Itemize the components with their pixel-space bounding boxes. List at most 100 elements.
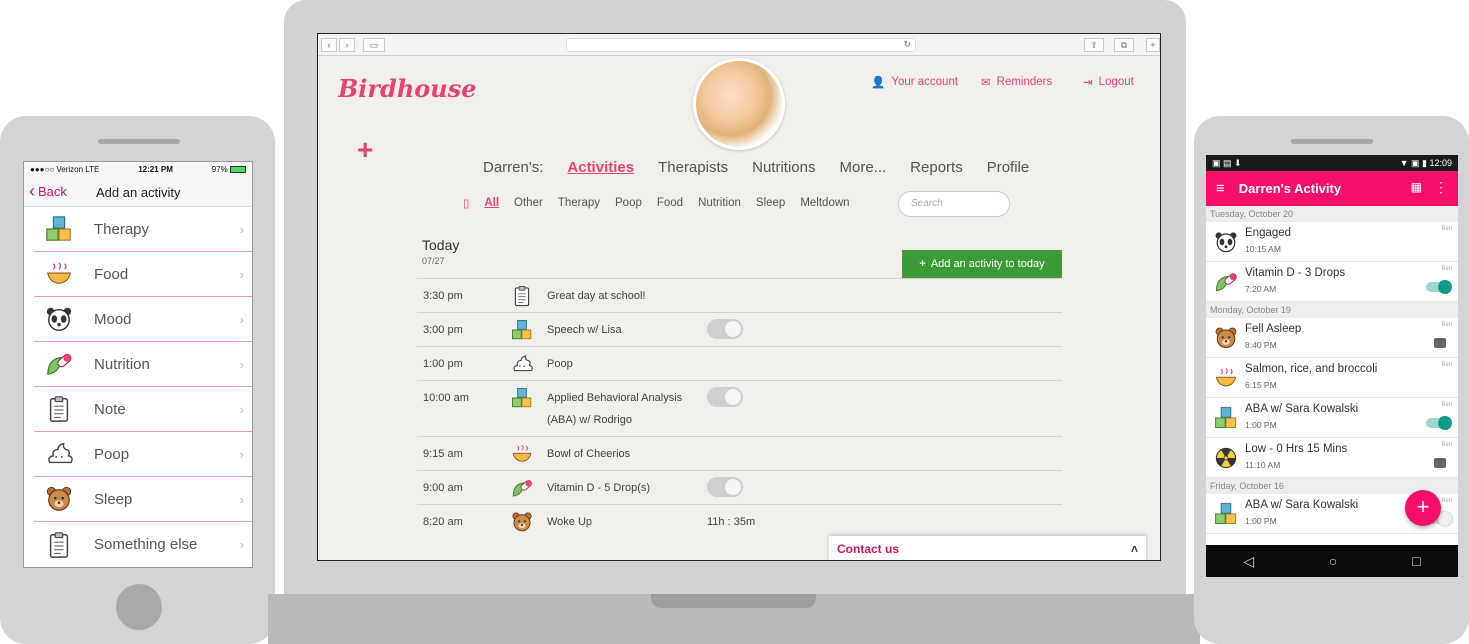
back-button[interactable]: ‹ Back — [29, 181, 67, 202]
filter-other[interactable]: Other — [514, 197, 543, 209]
activity-option-poop[interactable]: Poop › — [34, 432, 252, 477]
tab-nutritions[interactable]: Nutritions — [752, 159, 815, 176]
chevron-right-icon: › — [239, 311, 244, 327]
feed-item-author: Ben — [1441, 402, 1452, 408]
option-label: Poop — [94, 445, 130, 463]
iphone-home-button[interactable] — [116, 584, 162, 630]
add-activity-button[interactable]: + Add an activity to today — [902, 250, 1062, 278]
feed-item[interactable]: Salmon, rice, and broccoli 6:15 PM Ben — [1206, 358, 1458, 398]
bowl-icon — [1214, 366, 1238, 390]
feed-item-toggle[interactable] — [1426, 416, 1452, 430]
filter-therapy[interactable]: Therapy — [558, 197, 600, 209]
activity-time: 3:30 pm — [423, 290, 463, 302]
activity-time: 10:00 am — [423, 392, 469, 404]
browser-forward-icon[interactable]: › — [339, 38, 355, 52]
day-heading: Today — [422, 237, 460, 253]
android-nav-bar: ◁ ○ □ — [1206, 545, 1458, 577]
calendar-icon[interactable]: ▦ — [1411, 180, 1422, 194]
url-bar[interactable]: ↻ — [566, 38, 916, 52]
feed-item-toggle[interactable] — [1426, 280, 1452, 294]
activity-toggle[interactable] — [707, 319, 743, 339]
bowl-icon — [44, 259, 74, 289]
reload-icon[interactable]: ↻ — [903, 39, 911, 50]
feed-item-title: ABA w/ Sara Kowalski — [1245, 499, 1359, 511]
filter-nutrition[interactable]: Nutrition — [698, 197, 741, 209]
reminders-link[interactable]: ✉ Reminders — [981, 75, 1052, 89]
contact-label: Contact us — [837, 542, 900, 556]
feed-item[interactable]: Low - 0 Hrs 15 Mins 11:10 AM Ben — [1206, 438, 1458, 478]
feed-item[interactable]: ABA w/ Sara Kowalski 1:00 PM Ben — [1206, 398, 1458, 438]
activity-text: Applied Behavioral Analysis (ABA) w/ Rod… — [547, 392, 683, 426]
feed-item[interactable]: Engaged 10:15 AM Ben — [1206, 222, 1458, 262]
add-activity-label: Add an activity to today — [930, 258, 1045, 270]
your-account-link[interactable]: 👤 Your account — [871, 75, 958, 89]
activity-option-food[interactable]: Food › — [34, 252, 252, 297]
activity-option-something-else[interactable]: Something else › — [34, 522, 252, 567]
activity-row[interactable]: 1:00 pm Poop — [417, 346, 1062, 380]
chevron-up-icon[interactable]: ˄ — [1131, 542, 1138, 556]
filter-poop[interactable]: Poop — [615, 197, 642, 209]
feed-item-time: 10:15 AM — [1245, 244, 1281, 254]
owner-label: Darren's: — [483, 159, 544, 176]
filter-all[interactable]: All — [484, 197, 499, 209]
blocks-icon — [44, 214, 74, 244]
bowl-icon — [497, 437, 547, 465]
nav-home-icon[interactable]: ○ — [1329, 553, 1337, 569]
activity-option-therapy[interactable]: Therapy › — [34, 207, 252, 252]
logout-link[interactable]: ⇥ Logout — [1083, 75, 1134, 89]
search-input[interactable]: Search — [898, 191, 1010, 217]
filter-meltdown[interactable]: Meltdown — [800, 197, 849, 209]
feed-item-author: Ben — [1441, 442, 1452, 448]
tab-therapists[interactable]: Therapists — [658, 159, 728, 176]
nav-back-icon[interactable]: ◁ — [1243, 553, 1254, 570]
feed-item-title: Fell Asleep — [1245, 323, 1302, 335]
option-label: Something else — [94, 536, 198, 553]
option-label: Mood — [94, 310, 132, 328]
nav-recents-icon[interactable]: □ — [1412, 553, 1420, 569]
android-status-bar: ▣ ▤ ⬇ ▼ ▣ ▮ 12:09 — [1206, 155, 1458, 171]
blocks-icon — [1214, 406, 1238, 430]
activity-text: Poop — [547, 358, 573, 370]
tab-activities[interactable]: Activities — [567, 159, 634, 176]
browser-back-icon[interactable]: ‹ — [321, 38, 337, 52]
activity-toggle[interactable] — [707, 387, 743, 407]
activity-row[interactable]: 9:00 am Vitamin D - 5 Drop(s) — [417, 470, 1062, 504]
feed-item[interactable]: Vitamin D - 3 Drops 7:20 AM Ben — [1206, 262, 1458, 302]
comment-icon[interactable] — [1434, 338, 1446, 348]
feed-item[interactable]: Fell Asleep 8:40 PM Ben — [1206, 318, 1458, 358]
contact-us-panel[interactable]: Contact us ˄ — [829, 536, 1146, 560]
activity-option-sleep[interactable]: Sleep › — [34, 477, 252, 522]
calendar-view-icon[interactable]: ▯ — [463, 196, 469, 210]
add-activity-fab[interactable]: + — [1405, 490, 1441, 526]
activity-row[interactable]: 8:20 am Woke Up 11h : 35m — [417, 504, 1062, 538]
add-plus-icon[interactable]: + — [357, 134, 373, 166]
tab-more[interactable]: More... — [839, 159, 886, 176]
activity-toggle[interactable] — [707, 477, 743, 497]
activity-row[interactable]: 10:00 am Applied Behavioral Analysis (AB… — [417, 380, 1062, 436]
tabs-icon[interactable]: ⧉ — [1114, 38, 1134, 52]
filter-sleep[interactable]: Sleep — [756, 197, 785, 209]
feed-item-time: 11:10 AM — [1245, 460, 1281, 470]
browser-toolbar: ‹ › ▭ ↻ ⇪ ⧉ + — [318, 34, 1160, 56]
birdhouse-logo[interactable]: Birdhouse — [338, 74, 477, 103]
filter-food[interactable]: Food — [657, 197, 683, 209]
activity-text: Vitamin D - 5 Drop(s) — [547, 482, 651, 494]
share-icon[interactable]: ⇪ — [1084, 38, 1104, 52]
tab-profile[interactable]: Profile — [987, 159, 1030, 176]
menu-icon[interactable]: ≡ — [1216, 180, 1225, 197]
chevron-right-icon: › — [239, 221, 244, 237]
android-app-bar: ≡ Darren's Activity ▦ ⋮ — [1206, 171, 1458, 206]
new-tab-icon[interactable]: + — [1146, 38, 1160, 52]
activity-option-note[interactable]: Note › — [34, 387, 252, 432]
sidebar-toggle-icon[interactable]: ▭ — [363, 38, 385, 52]
tab-reports[interactable]: Reports — [910, 159, 963, 176]
activity-row[interactable]: 3:00 pm Speech w/ Lisa — [417, 312, 1062, 346]
overflow-menu-icon[interactable]: ⋮ — [1434, 179, 1448, 196]
day-header: Monday, October 19 — [1206, 302, 1458, 318]
activity-row[interactable]: 3:30 pm Great day at school! — [417, 278, 1062, 312]
clipboard-icon — [44, 530, 74, 560]
activity-row[interactable]: 9:15 am Bowl of Cheerios — [417, 436, 1062, 470]
activity-option-nutrition[interactable]: Nutrition › — [34, 342, 252, 387]
comment-icon[interactable] — [1434, 458, 1446, 468]
activity-option-mood[interactable]: Mood › — [34, 297, 252, 342]
